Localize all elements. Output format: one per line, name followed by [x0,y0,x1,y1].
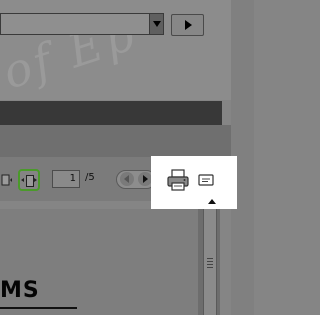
page-number-input[interactable]: 1 [52,170,80,188]
arrow-right-icon [143,175,148,183]
fit-page-icon[interactable] [0,174,12,186]
scroll-up-button[interactable] [205,196,219,208]
play-icon [185,20,192,30]
go-button[interactable] [171,14,204,36]
page-total-label: /5 [85,172,95,183]
toolbar-gap [0,125,231,157]
navigation-dropdown[interactable] [0,13,164,35]
document-heading: MS [0,278,40,303]
comment-icon[interactable] [196,170,216,190]
highlighted-region [151,156,237,209]
arrow-left-icon [124,175,129,183]
scroll-grip-icon [207,258,213,270]
chevron-down-icon[interactable] [149,14,163,34]
dark-header-bar [0,101,222,125]
fit-width-icon [26,175,34,187]
previous-page-button[interactable] [120,172,134,186]
fit-width-button[interactable] [18,169,40,191]
arrow-up-icon [208,199,216,204]
arrow-right-icon [34,178,37,182]
printer-icon[interactable] [166,168,190,192]
arrow-left-icon [21,178,24,182]
heading-underline [0,307,77,309]
next-page-button[interactable] [138,172,152,186]
